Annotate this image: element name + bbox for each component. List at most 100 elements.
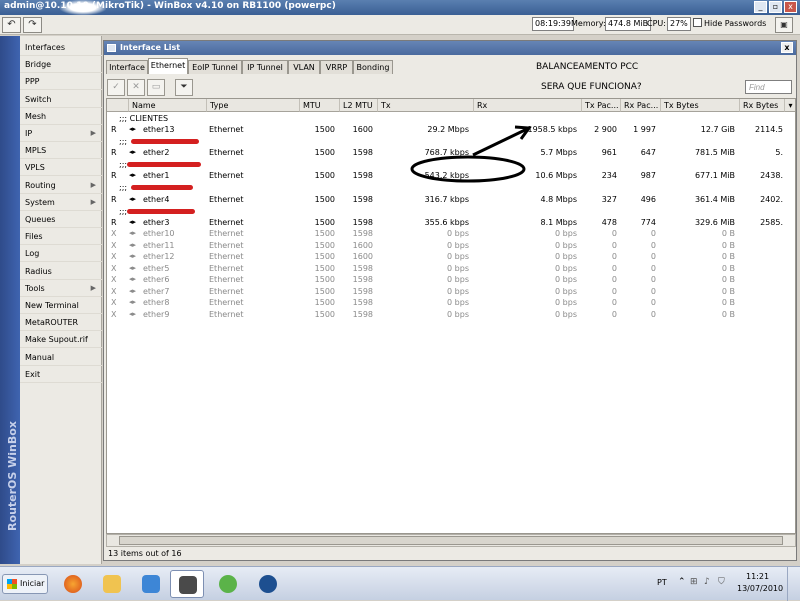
hide-passwords-label: Hide Passwords: [704, 19, 767, 28]
interface-list-title: Interface List: [120, 43, 181, 52]
sidebar-item-interfaces[interactable]: Interfaces: [20, 39, 102, 56]
hide-passwords-checkbox[interactable]: Hide Passwords: [693, 17, 766, 32]
memory-value: 474.8 MiB: [605, 17, 652, 32]
sidebar-item-routing[interactable]: Routing ▶: [20, 177, 102, 194]
sidebar-item-metarouter[interactable]: MetaROUTER: [20, 314, 102, 332]
clock-time[interactable]: 11:21: [746, 572, 769, 581]
start-button[interactable]: Iniciar: [2, 574, 48, 594]
cpu-label: CPU:: [647, 19, 666, 28]
sidebar-item-label: Log: [25, 249, 40, 259]
brand-text: RouterOS WinBox: [6, 421, 19, 531]
sidebar-item-exit[interactable]: Exit: [20, 366, 102, 383]
filter-icon[interactable]: ⏷: [175, 79, 193, 96]
enable-icon[interactable]: ✓: [107, 79, 125, 96]
taskbar-download[interactable]: [251, 570, 285, 598]
tab-ip-tunnel[interactable]: IP Tunnel: [242, 60, 288, 74]
sidebar-item-label: MetaROUTER: [25, 318, 79, 328]
sidebar-item-label: PPP: [25, 77, 40, 87]
sidebar-item-mesh[interactable]: Mesh: [20, 108, 102, 125]
taskbar-media[interactable]: [134, 570, 168, 598]
windows-logo-icon: [7, 579, 17, 589]
shield-icon[interactable]: ⛉: [718, 577, 725, 587]
sidebar-item-mpls[interactable]: MPLS: [20, 142, 102, 160]
submenu-arrow-icon: ▶: [90, 197, 96, 206]
folder-icon: [103, 575, 121, 593]
annotation-title: BALANCEAMENTO PCC: [536, 62, 639, 72]
interface-list-title-bar[interactable]: Interface List x: [104, 41, 796, 55]
network-icon[interactable]: ⊞: [690, 577, 698, 587]
sidebar-item-label: Interfaces: [25, 43, 65, 52]
sidebar-item-label: Tools: [25, 283, 45, 293]
disable-icon[interactable]: ✕: [127, 79, 145, 96]
sidebar-item-label: Manual: [25, 352, 55, 362]
lock-icon[interactable]: ▣: [775, 17, 793, 33]
clock-date[interactable]: 13/07/2010: [737, 584, 783, 593]
language-indicator[interactable]: PT: [657, 578, 667, 587]
sidebar-item-system[interactable]: System ▶: [20, 194, 102, 211]
tab-ethernet[interactable]: Ethernet: [148, 58, 188, 74]
sidebar-item-radius[interactable]: Radius: [20, 263, 102, 280]
submenu-arrow-icon: ▶: [90, 180, 96, 189]
tab-bonding[interactable]: Bonding: [353, 60, 393, 74]
sidebar-item-label: Bridge: [25, 60, 52, 70]
sidebar: RouterOS WinBox Interfaces Bridge PPP Switc…: [0, 36, 102, 564]
taskbar-explorer[interactable]: [95, 570, 129, 598]
sidebar-item-label: VPLS: [25, 163, 45, 173]
sidebar-item-label: IP: [25, 129, 33, 138]
close-window-button[interactable]: x: [781, 42, 793, 53]
media-player-icon: [142, 575, 160, 593]
sidebar-item-label: Mesh: [25, 111, 47, 121]
sidebar-item-tools[interactable]: Tools ▶: [20, 280, 102, 297]
interface-list-window: Interface List x Interface Ethernet EoIP…: [103, 40, 797, 561]
annotation-arrow: [472, 127, 528, 157]
scrollbar-thumb[interactable]: [119, 536, 783, 545]
highlight-overlay: [410, 125, 532, 183]
volume-icon[interactable]: ♪: [704, 577, 710, 587]
maximize-button[interactable]: ▫: [769, 1, 782, 13]
sidebar-item-label: MPLS: [25, 146, 47, 156]
interface-table: Name Type MTU L2 MTU Tx Rx Tx Pac... Rx …: [106, 98, 796, 534]
sidebar-item-label: New Terminal: [25, 301, 79, 310]
messenger-icon: [219, 575, 237, 593]
tab-vlan[interactable]: VLAN: [288, 60, 320, 74]
sidebar-item-vpls[interactable]: VPLS: [20, 159, 102, 177]
sidebar-item-log[interactable]: Log: [20, 245, 102, 263]
start-label: Iniciar: [20, 579, 45, 588]
tray-expand-icon[interactable]: ⌃: [678, 577, 686, 587]
minimize-button[interactable]: _: [754, 1, 767, 13]
window-icon: [107, 44, 116, 52]
comment-icon[interactable]: ▭: [147, 79, 165, 96]
tab-vrrp[interactable]: VRRP: [320, 60, 353, 74]
undo-icon[interactable]: ↶: [2, 17, 21, 33]
find-input[interactable]: [745, 80, 792, 94]
sidebar-item-bridge[interactable]: Bridge: [20, 56, 102, 74]
window-title-bar[interactable]: admin@10.10.10 (MikroTik) - WinBox v4.10…: [0, 0, 800, 15]
taskbar: Iniciar PT ⌃ ⊞ ♪ ⛉ 11:21 13/07/2010: [0, 566, 800, 601]
taskbar-winbox[interactable]: [170, 570, 204, 598]
tab-interface[interactable]: Interface: [106, 60, 148, 74]
sidebar-item-switch[interactable]: Switch: [20, 91, 102, 108]
sidebar-item-manual[interactable]: Manual: [20, 349, 102, 366]
highlight-circle: [410, 155, 526, 183]
sidebar-item-label: Files: [25, 232, 43, 242]
window-title: admin@10.10.10 (MikroTik) - WinBox v4.10…: [4, 1, 336, 11]
taskbar-messenger[interactable]: [211, 570, 245, 598]
redo-icon[interactable]: ↷: [23, 17, 42, 33]
sidebar-item-queues[interactable]: Queues: [20, 211, 102, 228]
sidebar-item-label: Exit: [25, 369, 41, 379]
close-button[interactable]: x: [784, 1, 797, 13]
sidebar-item-make-supout-rif[interactable]: Make Supout.rif: [20, 331, 102, 349]
sidebar-item-label: System: [25, 197, 55, 207]
sidebar-item-ppp[interactable]: PPP: [20, 73, 102, 91]
horizontal-scrollbar[interactable]: [106, 534, 796, 547]
sidebar-item-label: Make Supout.rif: [25, 335, 88, 345]
show-desktop-button[interactable]: [787, 567, 800, 601]
tab-eoip-tunnel[interactable]: EoIP Tunnel: [188, 60, 242, 74]
submenu-arrow-icon: ▶: [90, 129, 96, 137]
sidebar-item-files[interactable]: Files: [20, 228, 102, 246]
sidebar-item-new-terminal[interactable]: New Terminal: [20, 297, 102, 314]
checkbox-icon[interactable]: [693, 18, 702, 27]
sidebar-item-label: Routing: [25, 180, 56, 190]
sidebar-item-ip[interactable]: IP ▶: [20, 125, 102, 142]
taskbar-firefox[interactable]: [56, 570, 90, 598]
